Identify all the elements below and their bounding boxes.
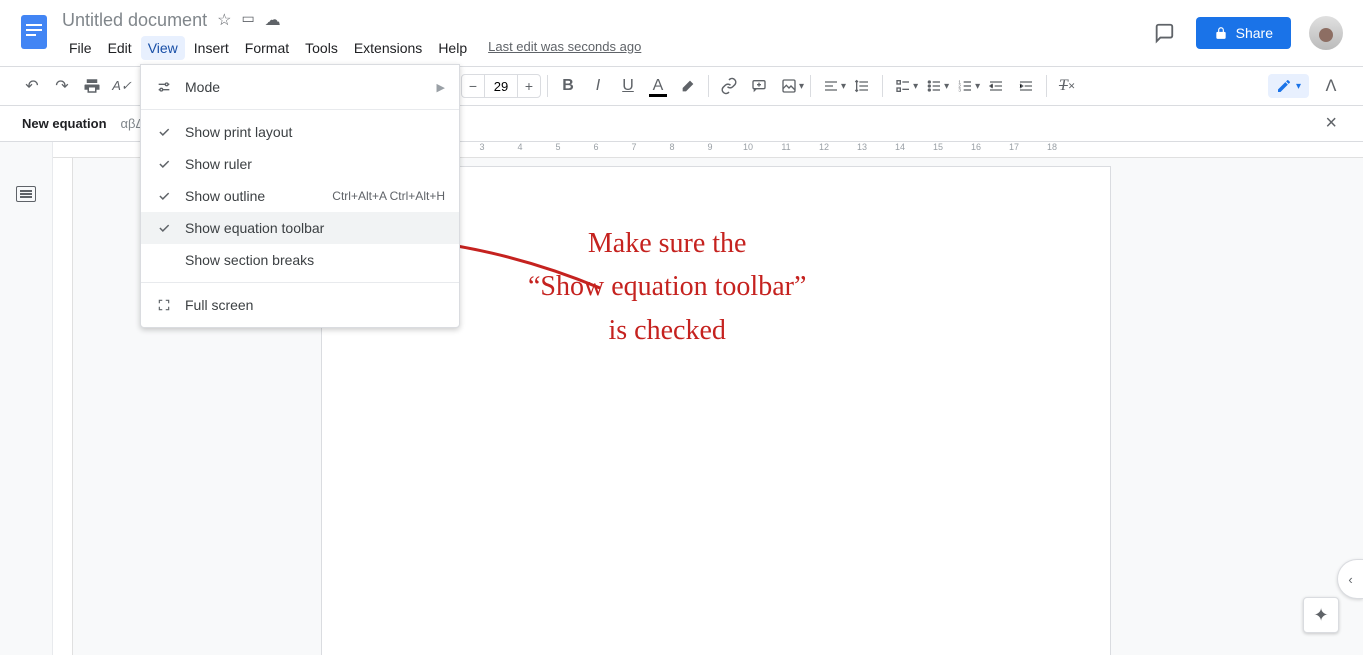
spellcheck-button[interactable]: A✓ [108, 72, 136, 100]
view-menu-show-section-breaks[interactable]: Show section breaks [141, 244, 459, 276]
user-avatar[interactable] [1309, 16, 1343, 50]
docs-header: Untitled document ☆ ▭ ☁ FileEditViewInse… [0, 0, 1363, 60]
menu-tools[interactable]: Tools [298, 36, 345, 60]
star-icon[interactable]: ☆ [217, 10, 231, 30]
share-button[interactable]: Share [1196, 17, 1291, 49]
menu-item-label: Show print layout [185, 124, 445, 140]
menu-file[interactable]: File [62, 36, 99, 60]
outline-toggle-icon[interactable] [16, 186, 36, 202]
menu-item-label: Show section breaks [185, 252, 445, 268]
menu-format[interactable]: Format [238, 36, 296, 60]
menu-item-label: Show outline [185, 188, 320, 204]
comment-button[interactable] [745, 72, 773, 100]
menu-item-label: Mode [185, 79, 425, 95]
new-equation-button[interactable]: New equation [22, 116, 107, 131]
menu-insert[interactable]: Insert [187, 36, 236, 60]
menu-extensions[interactable]: Extensions [347, 36, 429, 60]
italic-button[interactable]: I [584, 72, 612, 100]
collapse-toolbar-button[interactable]: ᐱ [1317, 72, 1345, 100]
shortcut-label: Ctrl+Alt+A Ctrl+Alt+H [332, 189, 445, 203]
text-color-button[interactable]: A [644, 72, 672, 100]
share-label: Share [1236, 25, 1273, 41]
indent-decrease-button[interactable] [982, 72, 1010, 100]
close-equation-bar-button[interactable]: × [1325, 112, 1341, 135]
check-icon [155, 157, 173, 171]
menu-help[interactable]: Help [431, 36, 474, 60]
font-size-group: − + [461, 74, 541, 98]
highlight-button[interactable] [674, 72, 702, 100]
vertical-ruler[interactable] [53, 158, 73, 655]
doc-title[interactable]: Untitled document [62, 10, 207, 31]
indent-increase-button[interactable] [1012, 72, 1040, 100]
menu-edit[interactable]: Edit [101, 36, 139, 60]
line-spacing-button[interactable] [848, 72, 876, 100]
view-menu-show-outline[interactable]: Show outline Ctrl+Alt+A Ctrl+Alt+H [141, 180, 459, 212]
menubar: FileEditViewInsertFormatToolsExtensionsH… [62, 32, 474, 60]
submenu-arrow-icon: ▶ [437, 81, 445, 94]
slider-icon [155, 79, 173, 95]
view-menu-mode[interactable]: Mode ▶ [141, 71, 459, 103]
chevron-down-icon[interactable]: ▾ [975, 81, 980, 92]
check-icon [155, 221, 173, 235]
last-edit-link[interactable]: Last edit was seconds ago [488, 39, 641, 54]
menu-item-label: Show equation toolbar [185, 220, 445, 236]
menu-item-label: Full screen [185, 297, 445, 313]
font-size-input[interactable] [484, 75, 518, 97]
move-icon[interactable]: ▭ [241, 10, 254, 30]
check-icon [155, 189, 173, 203]
left-sidebar [0, 142, 53, 655]
cloud-status-icon[interactable]: ☁ [265, 10, 281, 30]
font-size-increase[interactable]: + [518, 75, 540, 97]
view-menu-show-ruler[interactable]: Show ruler [141, 148, 459, 180]
chevron-down-icon[interactable]: ▾ [841, 81, 846, 92]
comments-icon[interactable] [1150, 19, 1178, 47]
font-size-decrease[interactable]: − [462, 75, 484, 97]
explore-button[interactable]: ✦ [1303, 597, 1339, 633]
view-menu-dropdown: Mode ▶ Show print layout Show ruler Show out… [140, 64, 460, 328]
view-menu-full-screen[interactable]: Full screen [141, 289, 459, 321]
redo-button[interactable]: ↷ [48, 72, 76, 100]
lock-icon [1214, 26, 1228, 40]
docs-logo[interactable] [14, 12, 54, 52]
underline-button[interactable]: U [614, 72, 642, 100]
chevron-down-icon[interactable]: ▾ [913, 81, 918, 92]
view-menu-show-print-layout[interactable]: Show print layout [141, 116, 459, 148]
menu-view[interactable]: View [141, 36, 185, 60]
link-button[interactable] [715, 72, 743, 100]
bold-button[interactable]: B [554, 72, 582, 100]
svg-text:3: 3 [958, 87, 961, 92]
menu-item-label: Show ruler [185, 156, 445, 172]
editing-mode-button[interactable]: ▾ [1268, 74, 1309, 98]
print-button[interactable] [78, 72, 106, 100]
chevron-down-icon[interactable]: ▾ [944, 81, 949, 92]
check-icon [155, 125, 173, 139]
undo-button[interactable]: ↶ [18, 72, 46, 100]
fullscreen-icon [155, 298, 173, 312]
view-menu-show-equation-toolbar[interactable]: Show equation toolbar [141, 212, 459, 244]
chevron-down-icon[interactable]: ▾ [799, 81, 804, 92]
clear-formatting-button[interactable]: T✕ [1053, 72, 1081, 100]
